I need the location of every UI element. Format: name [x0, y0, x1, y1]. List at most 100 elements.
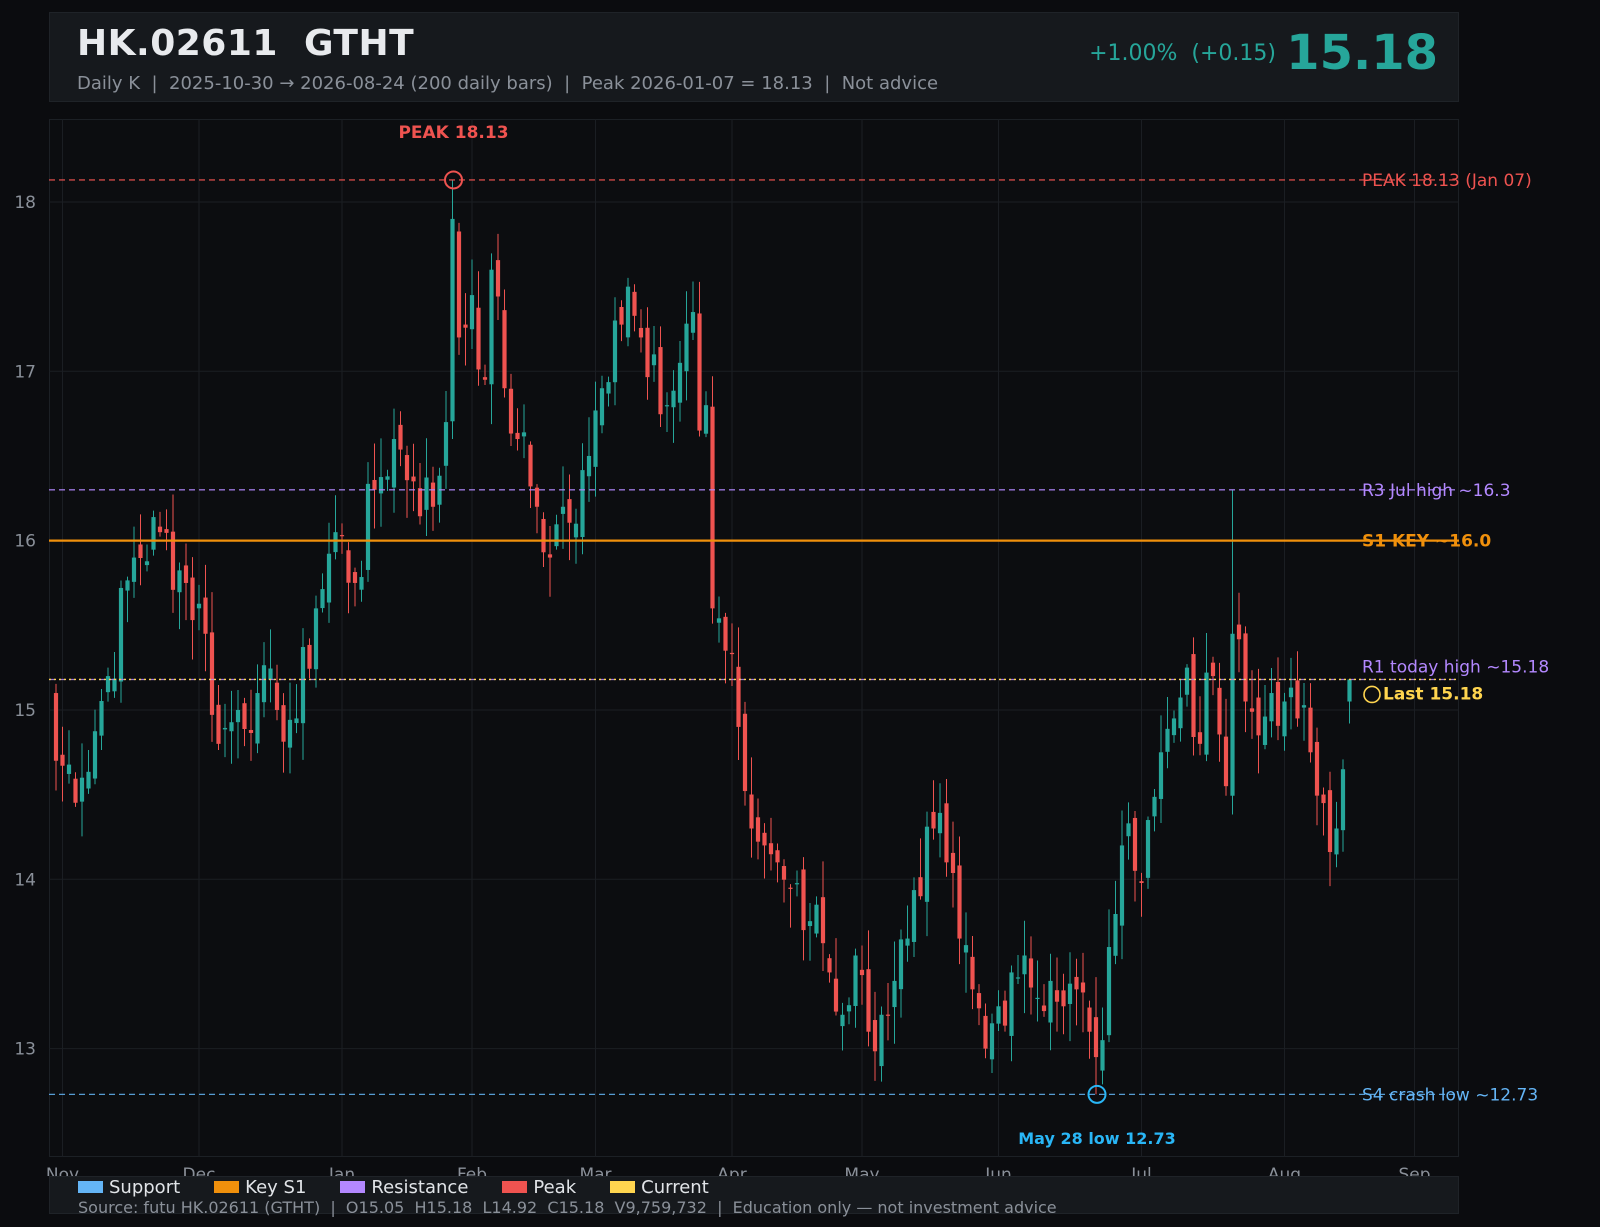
candle-body — [112, 678, 117, 692]
candle-body — [690, 312, 696, 333]
candle-body — [586, 455, 592, 477]
candle-body — [372, 479, 377, 490]
y-tick-label: 14 — [14, 870, 36, 890]
candle-body — [222, 727, 228, 730]
y-tick-label: 17 — [14, 362, 36, 382]
candle-body — [677, 362, 683, 403]
candle-body — [1256, 697, 1261, 736]
candle-body — [853, 955, 858, 1006]
candle-body — [424, 477, 429, 510]
candle-body — [502, 310, 507, 389]
candle-body — [580, 470, 585, 538]
candle-body — [157, 526, 163, 533]
candle-body — [1288, 687, 1294, 698]
candle-body — [983, 1015, 988, 1049]
candle-body — [339, 535, 345, 537]
candle-body — [645, 327, 650, 378]
candle-body — [125, 580, 130, 591]
candle-body — [963, 945, 969, 953]
candle-body — [469, 295, 475, 330]
candle-body — [456, 231, 462, 338]
x-tick-label: May — [844, 1165, 879, 1176]
x-tick-label: Feb — [457, 1165, 487, 1176]
candle-body — [307, 644, 312, 669]
candle-body — [1087, 1007, 1092, 1032]
candle-body — [274, 682, 280, 710]
candle-body — [1334, 828, 1339, 855]
candle-body — [1074, 976, 1079, 990]
candle-body — [404, 455, 410, 481]
level-label-r1: R1 today high ~15.18 — [1362, 657, 1549, 677]
candle-body — [281, 705, 286, 742]
candle-body — [1067, 983, 1073, 1004]
level-label-s4: S4 crash low ~12.73 — [1362, 1085, 1538, 1105]
legend-panel: Support Key S1 Resistance Peak Current S… — [49, 1176, 1459, 1217]
x-tick-label: Jun — [984, 1165, 1012, 1176]
candle-body — [749, 794, 754, 829]
candle-body — [1080, 982, 1086, 993]
candle-body — [768, 843, 774, 855]
candle-body — [1139, 881, 1144, 883]
level-label-r3: R3 Jul high ~16.3 — [1362, 481, 1511, 501]
candle-body — [931, 811, 936, 829]
candle-body — [66, 764, 72, 774]
y-tick-label: 13 — [14, 1040, 36, 1060]
candle-body — [755, 817, 761, 842]
candle-body — [1126, 823, 1131, 837]
candle-body — [742, 713, 748, 792]
candle-body — [177, 570, 182, 593]
candle-body — [1106, 947, 1112, 1036]
candle-body — [209, 632, 215, 715]
candle-body — [1327, 790, 1333, 853]
candle-body — [1145, 820, 1151, 878]
candle-body — [463, 324, 468, 328]
candle-body — [989, 1023, 995, 1060]
candle-body — [1035, 997, 1040, 1000]
candle-body — [866, 969, 871, 1032]
candle-body — [567, 499, 572, 523]
candle-body — [859, 969, 865, 976]
candle-body — [1178, 697, 1183, 729]
candle-body — [1217, 687, 1222, 735]
y-tick-label: 15 — [14, 701, 36, 721]
legend-key-s1: Key S1 — [214, 1177, 306, 1198]
candle-body — [79, 777, 85, 802]
legend-current: Current — [610, 1177, 709, 1198]
low-label: May 28 low 12.73 — [1018, 1129, 1176, 1148]
candle-body — [203, 597, 208, 634]
candle-body — [1165, 728, 1170, 752]
legend-peak: Peak — [502, 1177, 576, 1198]
candle-body — [612, 320, 618, 383]
candle-body — [320, 589, 325, 609]
candle-body — [294, 718, 299, 724]
candle-body — [482, 377, 488, 380]
x-tick-label: Aug — [1268, 1165, 1301, 1176]
candle-body — [1184, 667, 1190, 695]
candle-body — [664, 405, 670, 407]
x-tick-label: Dec — [183, 1165, 216, 1176]
candle-body — [287, 719, 293, 748]
legend-label: Support — [109, 1176, 181, 1198]
candle-body — [1158, 752, 1164, 799]
candle-body — [261, 665, 267, 703]
candle-body — [1210, 662, 1216, 677]
candle-body — [671, 390, 676, 408]
legend: Support Key S1 Resistance Peak Current — [78, 1176, 743, 1198]
candle-body — [1191, 654, 1196, 738]
candle-body — [515, 432, 520, 440]
candle-body — [255, 693, 260, 744]
candle-body — [827, 958, 832, 973]
candle-body — [814, 904, 819, 934]
candle-body — [346, 550, 351, 583]
candle-body — [248, 730, 254, 733]
candle-body — [92, 731, 98, 779]
x-tick-label: Apr — [717, 1165, 746, 1176]
x-tick-label: Sep — [1398, 1165, 1430, 1176]
candle-body — [1347, 679, 1352, 702]
candle-body — [385, 476, 390, 480]
candle-body — [242, 703, 247, 729]
candle-body — [554, 524, 559, 547]
candle-body — [788, 887, 793, 889]
candle-body — [86, 771, 91, 789]
candle-body — [885, 1014, 891, 1016]
